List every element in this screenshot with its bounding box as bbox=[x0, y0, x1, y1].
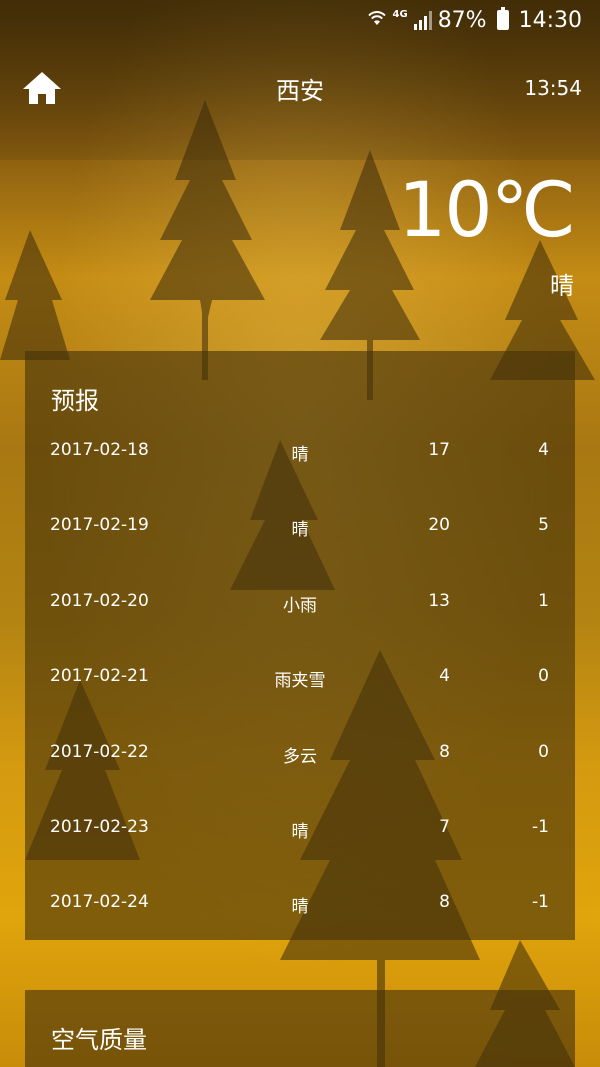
forecast-max-temp: 13 bbox=[428, 590, 450, 611]
current-temperature: 10℃ bbox=[397, 165, 576, 254]
forecast-title: 预报 bbox=[51, 387, 99, 415]
forecast-condition: 多云 bbox=[283, 746, 317, 767]
forecast-condition: 晴 bbox=[291, 520, 309, 541]
forecast-row: 2017-02-21 雨夹雪 4 0 bbox=[25, 649, 575, 724]
forecast-max-temp: 8 bbox=[439, 741, 450, 762]
forecast-max-temp: 4 bbox=[439, 666, 450, 687]
forecast-min-temp: 5 bbox=[538, 515, 549, 536]
home-icon[interactable] bbox=[20, 66, 64, 110]
status-bar: 4G 87% 14:30 bbox=[0, 0, 600, 40]
signal-icon bbox=[413, 10, 432, 30]
forecast-card: 预报 2017-02-18 晴 17 4 2017-02-19 晴 20 5 2017-02-2… bbox=[25, 351, 575, 940]
clock: 14:30 bbox=[518, 7, 582, 33]
forecast-row: 2017-02-19 晴 20 5 bbox=[25, 498, 575, 573]
forecast-condition: 晴 bbox=[291, 897, 309, 918]
forecast-condition: 晴 bbox=[291, 821, 309, 842]
forecast-min-temp: -1 bbox=[532, 892, 549, 913]
air-quality-title: 空气质量 bbox=[51, 1026, 147, 1054]
forecast-min-temp: 1 bbox=[538, 590, 549, 611]
forecast-min-temp: 4 bbox=[538, 440, 549, 460]
forecast-max-temp: 8 bbox=[439, 892, 450, 913]
forecast-row: 2017-02-24 晴 8 -1 bbox=[25, 875, 575, 950]
forecast-max-temp: 20 bbox=[428, 515, 450, 536]
current-condition: 晴 bbox=[550, 272, 574, 300]
forecast-min-temp: -1 bbox=[532, 816, 549, 837]
update-time: 13:54 bbox=[524, 76, 582, 100]
forecast-row: 2017-02-22 多云 8 0 bbox=[25, 725, 575, 800]
network-type: 4G bbox=[392, 8, 408, 20]
forecast-condition: 晴 bbox=[291, 445, 309, 465]
forecast-condition: 小雨 bbox=[283, 595, 317, 616]
wifi-icon bbox=[367, 8, 387, 33]
current-weather: 10℃ 晴 bbox=[397, 165, 576, 301]
forecast-max-temp: 7 bbox=[439, 816, 450, 837]
forecast-row: 2017-02-20 小雨 13 1 bbox=[25, 574, 575, 649]
forecast-min-temp: 0 bbox=[538, 741, 549, 762]
forecast-condition: 雨夹雪 bbox=[274, 671, 326, 692]
battery-percent: 87% bbox=[437, 7, 487, 33]
forecast-row: 2017-02-23 晴 7 -1 bbox=[25, 800, 575, 875]
forecast-max-temp: 17 bbox=[428, 440, 450, 460]
forecast-row: 2017-02-18 晴 17 4 bbox=[25, 423, 575, 498]
air-quality-card: 空气质量 bbox=[25, 990, 575, 1067]
battery-icon bbox=[496, 7, 509, 30]
app-bar: 西安 13:54 bbox=[0, 60, 600, 116]
forecast-min-temp: 0 bbox=[538, 666, 549, 687]
city-title: 西安 bbox=[276, 76, 324, 105]
